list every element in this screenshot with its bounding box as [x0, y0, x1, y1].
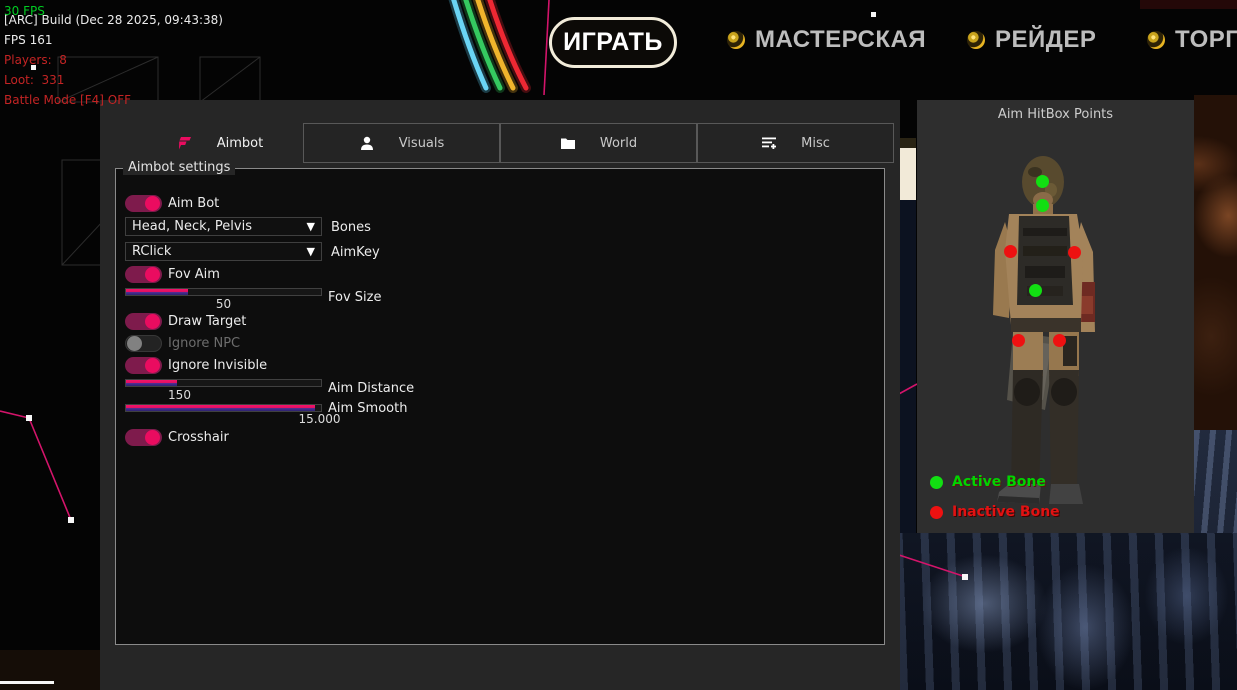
inactive-bone-dot: [930, 506, 943, 519]
nav-raider-label: РЕЙДЕР: [995, 26, 1096, 54]
aim-distance-label: Aim Distance: [328, 381, 414, 396]
toggle-knob: [145, 267, 160, 282]
toggle-knob: [145, 430, 160, 445]
aim-smooth-slider[interactable]: [125, 404, 322, 412]
player-model: [917, 100, 1194, 533]
play-button-label: ИГРАТЬ: [563, 28, 663, 57]
bones-label: Bones: [331, 220, 371, 235]
background-strip-olive: [898, 138, 916, 148]
aim-smooth-label: Aim Smooth: [328, 401, 407, 416]
crosshair-label: Crosshair: [168, 430, 229, 445]
folder-icon: [560, 135, 576, 151]
sliders-icon: [761, 135, 777, 151]
tab-aimbot[interactable]: Aimbot: [138, 123, 302, 163]
hitbox-point-right-shoulder[interactable]: [1068, 246, 1081, 259]
nav-trade-label: ТОРГО: [1175, 26, 1237, 54]
aimkey-label: AimKey: [331, 245, 380, 260]
hitbox-point-spine[interactable]: [1029, 284, 1042, 297]
hitbox-point-left-shoulder[interactable]: [1004, 245, 1017, 258]
bones-dropdown-value: Head, Neck, Pelvis: [132, 219, 252, 234]
aimkey-dropdown[interactable]: RClick ▼: [125, 242, 322, 261]
nav-item-trade[interactable]: ТОРГО: [1147, 26, 1237, 54]
aim-distance-value: 150: [81, 388, 278, 402]
coin-icon: [967, 31, 985, 49]
toggle-knob: [145, 358, 160, 373]
aim-bot-label: Aim Bot: [168, 196, 219, 211]
hitbox-point-neck[interactable]: [1036, 199, 1049, 212]
active-bone-label: Active Bone: [952, 474, 1046, 490]
fov-aim-label: Fov Aim: [168, 267, 220, 282]
tab-visuals[interactable]: Visuals: [303, 123, 500, 163]
tab-visuals-label: Visuals: [399, 136, 445, 151]
nav-workshop-label: МАСТЕРСКАЯ: [755, 26, 926, 54]
coin-icon: [1147, 31, 1165, 49]
background-building-bottom: [900, 533, 1237, 690]
hud-battle-mode: Battle Mode [F4] OFF: [4, 90, 223, 110]
cheat-menu-panel: Aimbot Visuals World: [100, 100, 900, 690]
tab-aimbot-label: Aimbot: [217, 136, 263, 151]
toggle-knob: [127, 336, 142, 351]
fov-size-slider[interactable]: [125, 288, 322, 296]
inactive-bone-label: Inactive Bone: [952, 504, 1060, 520]
active-bone-dot: [930, 476, 943, 489]
tab-misc-label: Misc: [801, 136, 830, 151]
aim-bot-toggle[interactable]: [125, 195, 162, 212]
play-button[interactable]: ИГРАТЬ: [549, 17, 677, 68]
legend-inactive-bone: Inactive Bone: [930, 504, 1060, 520]
ignore-invisible-toggle[interactable]: [125, 357, 162, 374]
hitbox-point-right-hip[interactable]: [1053, 334, 1066, 347]
background-bottom-left: [0, 650, 100, 690]
tab-world-label: World: [600, 136, 637, 151]
ignore-invisible-label: Ignore Invisible: [168, 358, 267, 373]
fov-size-label: Fov Size: [328, 290, 381, 305]
hud-overlay: 30 FPS [ARC] Build (Dec 28 2025, 09:43:3…: [4, 0, 223, 110]
background-rust-texture: [1194, 95, 1237, 440]
aimkey-dropdown-value: RClick: [132, 244, 171, 259]
aim-hitbox-panel: Aim HitBox Points: [917, 100, 1194, 533]
toggle-knob: [145, 196, 160, 211]
tab-misc[interactable]: Misc: [697, 123, 894, 163]
hud-players: Players: 8: [4, 50, 223, 70]
hud-loot: Loot: 331: [4, 70, 223, 90]
slider-fill: [126, 289, 188, 295]
nav-item-raider[interactable]: РЕЙДЕР: [967, 26, 1096, 54]
hitbox-point-head[interactable]: [1036, 175, 1049, 188]
person-icon: [359, 135, 375, 151]
ignore-npc-toggle[interactable]: [125, 335, 162, 352]
aimbot-settings-title: Aimbot settings: [123, 160, 235, 175]
tab-world[interactable]: World: [500, 123, 697, 163]
chevron-down-icon: ▼: [307, 221, 315, 232]
hud-fps: FPS 161: [4, 30, 223, 50]
toggle-knob: [145, 314, 160, 329]
fov-size-value: 50: [125, 297, 322, 311]
slider-fill: [126, 405, 315, 411]
aimbot-flag-icon: [177, 135, 193, 151]
tab-bar: Aimbot Visuals World: [100, 123, 900, 163]
coin-icon: [727, 31, 745, 49]
fov-aim-toggle[interactable]: [125, 266, 162, 283]
bones-dropdown[interactable]: Head, Neck, Pelvis ▼: [125, 217, 322, 236]
slider-fill: [126, 380, 177, 386]
nav-item-workshop[interactable]: МАСТЕРСКАЯ: [727, 26, 926, 54]
background-strip-cream: [898, 148, 916, 200]
chevron-down-icon: ▼: [307, 246, 315, 257]
background-strip-navy: [898, 200, 916, 533]
background-top-right: [1140, 0, 1237, 9]
hitbox-point-left-hip[interactable]: [1012, 334, 1025, 347]
draw-target-label: Draw Target: [168, 314, 246, 329]
hud-fps-green: 30 FPS: [4, 1, 45, 21]
aim-distance-slider[interactable]: [125, 379, 322, 387]
crosshair-toggle[interactable]: [125, 429, 162, 446]
aimbot-settings-group: Aimbot settings Aim Bot Head, Neck, Pelv…: [115, 168, 885, 645]
legend-active-bone: Active Bone: [930, 474, 1046, 490]
ignore-npc-label: Ignore NPC: [168, 336, 240, 351]
draw-target-toggle[interactable]: [125, 313, 162, 330]
